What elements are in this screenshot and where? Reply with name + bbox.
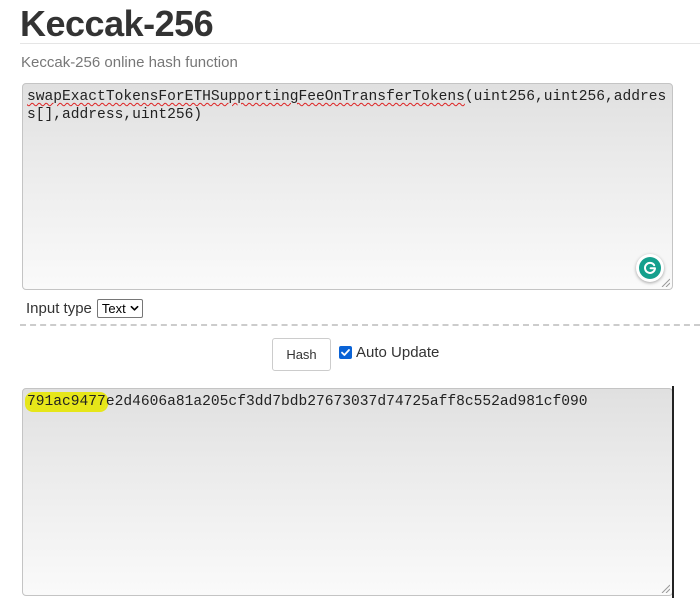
auto-update-checkbox[interactable] — [339, 346, 352, 359]
resize-handle-icon[interactable] — [660, 277, 670, 287]
hash-highlighted-prefix: 791ac9477 — [27, 394, 106, 410]
output-textarea[interactable]: 791ac9477e2d4606a81a205cf3dd7bdb27673037… — [22, 388, 673, 596]
chevron-down-icon — [130, 305, 139, 311]
hash-button[interactable]: Hash — [272, 338, 331, 371]
output-edge-line — [672, 386, 674, 598]
auto-update-toggle[interactable]: Auto Update — [339, 344, 439, 361]
title-divider — [20, 43, 700, 44]
page-subtitle: Keccak-256 online hash function — [21, 54, 238, 71]
auto-update-label: Auto Update — [356, 344, 440, 361]
checkmark-icon — [341, 349, 350, 356]
input-type-select[interactable]: Text — [96, 299, 143, 318]
resize-handle-icon[interactable] — [660, 583, 670, 593]
page: Keccak-256 Keccak-256 online hash functi… — [0, 0, 700, 610]
section-divider — [20, 324, 700, 326]
page-title: Keccak-256 — [20, 3, 214, 44]
input-function-name: swapExactTokensForETHSupportingFeeOnTran… — [27, 89, 465, 105]
input-type-label: Input type — [26, 300, 92, 317]
grammarly-g-icon[interactable] — [636, 254, 664, 282]
hash-output-rest: e2d4606a81a205cf3dd7bdb27673037d74725aff… — [105, 394, 588, 410]
input-textarea[interactable]: swapExactTokensForETHSupportingFeeOnTran… — [22, 83, 673, 290]
input-type-value: Text — [101, 301, 126, 316]
input-options: Input type Text — [26, 299, 143, 318]
